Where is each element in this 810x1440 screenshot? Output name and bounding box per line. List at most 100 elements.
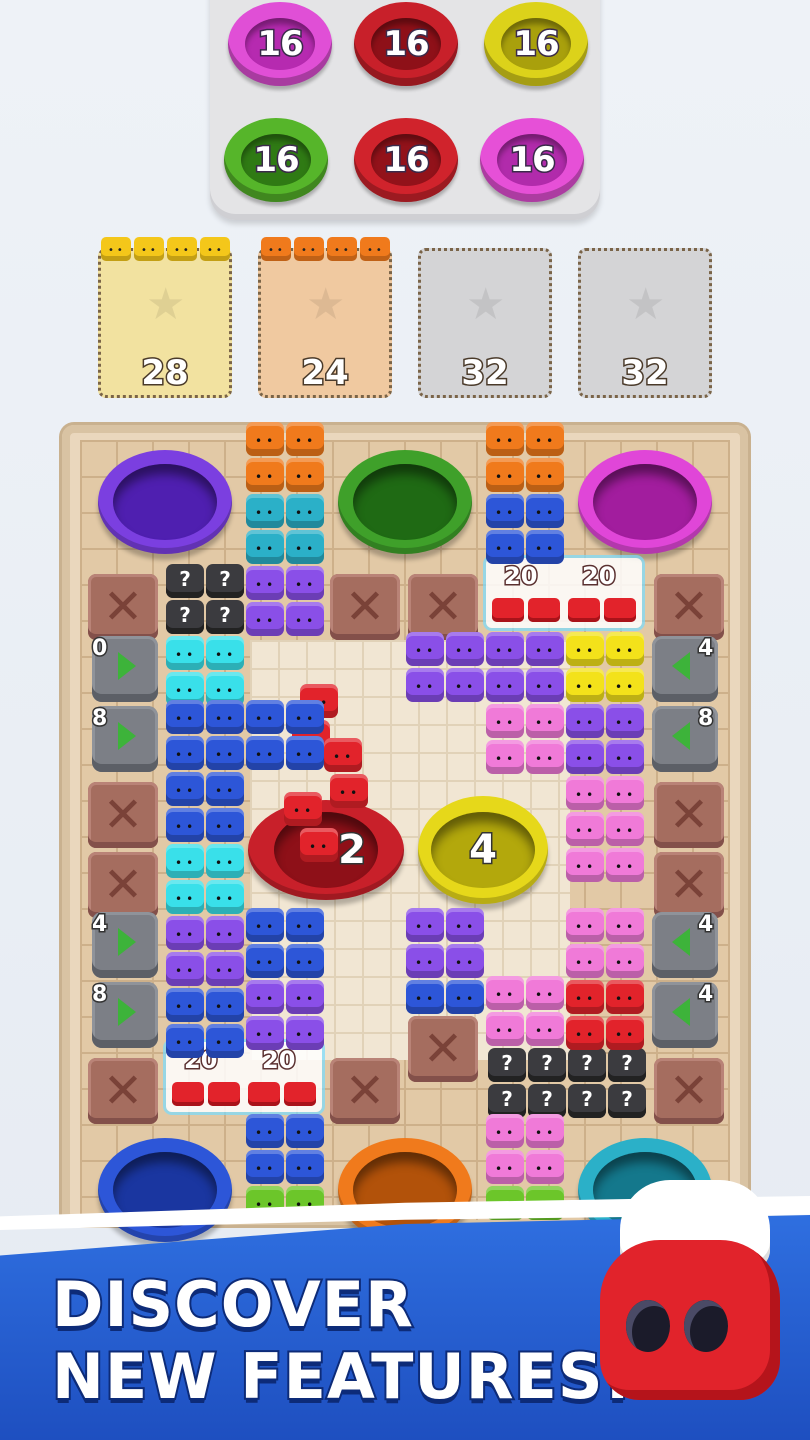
color-block[interactable] <box>286 602 324 636</box>
collect-slot[interactable]: ★ 32 <box>418 248 552 398</box>
color-block[interactable] <box>286 944 324 978</box>
collect-slot[interactable]: ★ 32 <box>578 248 712 398</box>
color-block[interactable] <box>446 632 484 666</box>
color-block[interactable] <box>286 736 324 770</box>
color-block[interactable] <box>206 736 244 770</box>
color-block[interactable] <box>606 704 644 738</box>
color-block[interactable] <box>446 944 484 978</box>
color-block[interactable] <box>486 668 524 702</box>
color-block[interactable] <box>526 1114 564 1148</box>
color-block[interactable] <box>166 880 204 914</box>
color-block[interactable] <box>486 494 524 528</box>
color-block[interactable] <box>526 704 564 738</box>
color-block[interactable] <box>406 668 444 702</box>
color-block[interactable] <box>606 740 644 774</box>
collect-slot[interactable]: ★ 28 <box>98 237 232 398</box>
collect-slot[interactable]: ★ 24 <box>258 237 392 398</box>
color-block[interactable] <box>526 668 564 702</box>
color-block[interactable] <box>486 976 524 1010</box>
color-block[interactable] <box>606 980 644 1014</box>
color-block[interactable] <box>246 530 284 564</box>
color-block[interactable] <box>526 632 564 666</box>
color-block[interactable] <box>486 422 524 456</box>
color-block[interactable] <box>566 812 604 846</box>
color-block[interactable] <box>406 980 444 1014</box>
color-block[interactable] <box>566 632 604 666</box>
color-block[interactable] <box>206 844 244 878</box>
color-block[interactable] <box>166 636 204 670</box>
crate[interactable]: 20 20 <box>486 558 642 628</box>
color-block[interactable] <box>446 980 484 1014</box>
color-block[interactable] <box>566 908 604 942</box>
green-pit[interactable] <box>338 450 472 554</box>
holder-slot[interactable]: 16 <box>228 2 332 86</box>
color-block[interactable] <box>286 1016 324 1050</box>
color-block[interactable] <box>606 668 644 702</box>
color-block[interactable] <box>446 668 484 702</box>
color-block[interactable] <box>166 808 204 842</box>
color-block[interactable] <box>166 844 204 878</box>
color-block[interactable] <box>566 668 604 702</box>
color-block[interactable] <box>606 944 644 978</box>
color-block[interactable] <box>286 422 324 456</box>
color-block[interactable] <box>526 458 564 492</box>
color-block[interactable] <box>166 736 204 770</box>
color-block[interactable] <box>566 1016 604 1050</box>
color-block[interactable] <box>246 908 284 942</box>
color-block[interactable] <box>206 772 244 806</box>
color-block[interactable] <box>566 980 604 1014</box>
holder-slot[interactable]: 16 <box>224 118 328 202</box>
color-block[interactable] <box>526 1012 564 1046</box>
color-block[interactable] <box>206 636 244 670</box>
color-block[interactable] <box>166 700 204 734</box>
color-block[interactable] <box>486 1012 524 1046</box>
color-block[interactable] <box>246 602 284 636</box>
magenta-pit[interactable] <box>578 450 712 554</box>
color-block[interactable] <box>286 1150 324 1184</box>
color-block[interactable] <box>246 700 284 734</box>
color-block[interactable] <box>446 908 484 942</box>
color-block[interactable] <box>166 988 204 1022</box>
color-block[interactable] <box>286 1114 324 1148</box>
color-block[interactable] <box>246 458 284 492</box>
color-block[interactable] <box>246 736 284 770</box>
purple-pit[interactable] <box>98 450 232 554</box>
color-block[interactable] <box>486 740 524 774</box>
color-block[interactable] <box>566 740 604 774</box>
color-block[interactable] <box>246 422 284 456</box>
color-block[interactable] <box>246 1114 284 1148</box>
color-block[interactable] <box>286 494 324 528</box>
color-block[interactable] <box>166 772 204 806</box>
color-block[interactable] <box>206 988 244 1022</box>
color-block[interactable] <box>606 1016 644 1050</box>
color-block[interactable] <box>166 916 204 950</box>
color-block[interactable] <box>526 976 564 1010</box>
color-block[interactable] <box>526 530 564 564</box>
color-block[interactable] <box>606 776 644 810</box>
color-block[interactable] <box>246 980 284 1014</box>
color-block[interactable] <box>246 1016 284 1050</box>
color-block[interactable] <box>526 740 564 774</box>
color-block[interactable] <box>246 566 284 600</box>
color-block[interactable] <box>286 908 324 942</box>
color-block[interactable] <box>246 494 284 528</box>
color-block[interactable] <box>286 458 324 492</box>
color-block[interactable] <box>526 422 564 456</box>
color-block[interactable] <box>566 848 604 882</box>
color-block[interactable] <box>406 632 444 666</box>
color-block[interactable] <box>606 812 644 846</box>
color-block[interactable] <box>206 916 244 950</box>
color-block[interactable] <box>606 908 644 942</box>
holder-slot[interactable]: 16 <box>354 118 458 202</box>
color-block[interactable] <box>206 880 244 914</box>
color-block[interactable] <box>286 700 324 734</box>
color-block[interactable] <box>166 952 204 986</box>
color-block[interactable] <box>246 944 284 978</box>
holder-slot[interactable]: 16 <box>484 2 588 86</box>
color-block[interactable] <box>606 848 644 882</box>
color-block[interactable] <box>206 952 244 986</box>
color-block[interactable] <box>526 494 564 528</box>
color-block[interactable] <box>486 530 524 564</box>
color-block[interactable] <box>486 632 524 666</box>
color-block[interactable] <box>486 458 524 492</box>
